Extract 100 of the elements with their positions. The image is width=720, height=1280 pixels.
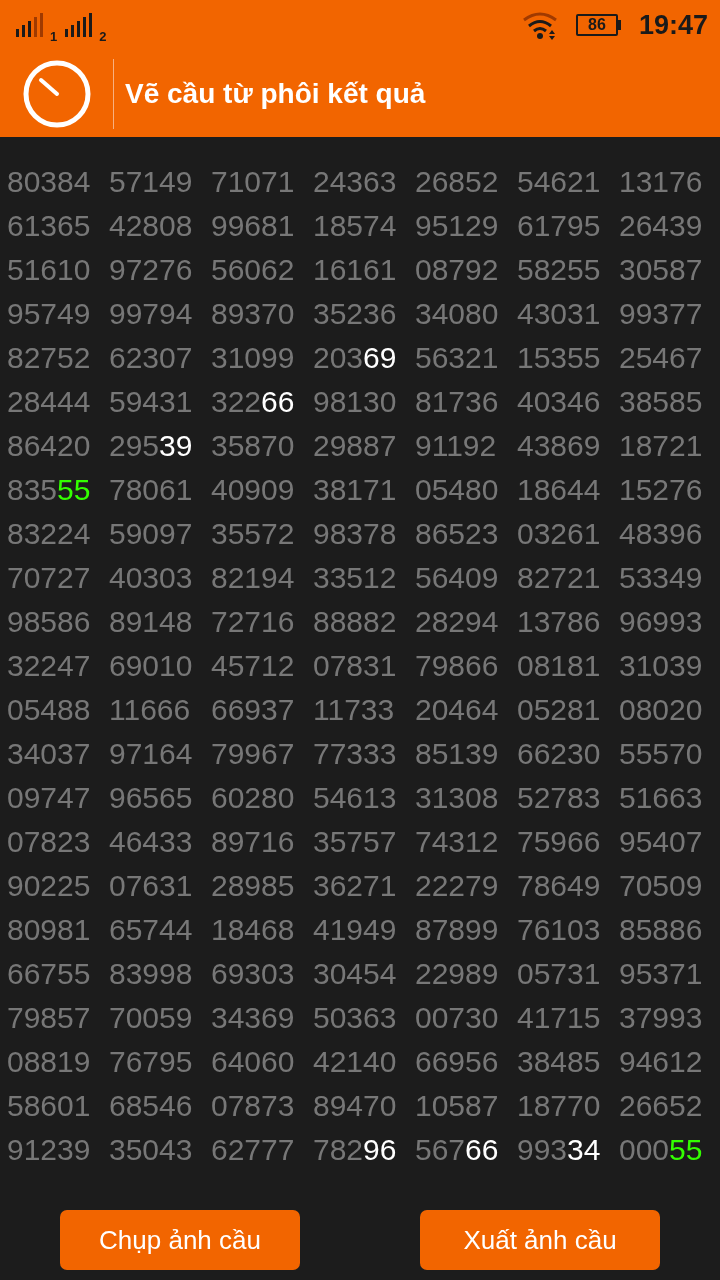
number-cell-text: 97164: [109, 736, 194, 772]
number-cell-text: 35236: [313, 296, 398, 332]
number-cell-text: 07873: [211, 1088, 296, 1124]
number-cell-text: 38485: [517, 1044, 602, 1080]
number-cell-text: 82752: [7, 340, 92, 376]
number-cell-text: 45712: [211, 648, 296, 684]
sim-label: 2: [99, 29, 107, 44]
number-cell-text: 31099: [211, 340, 296, 376]
number-cell-text: 32247: [7, 648, 92, 684]
number-cell-text: 61365: [7, 208, 92, 244]
number-cell-text: 89148: [109, 604, 194, 640]
number-cell-text: 62777: [211, 1132, 296, 1168]
number-cell-text: 71071: [211, 164, 296, 200]
number-cell-text: 61795: [517, 208, 602, 244]
number-cell-text: 60280: [211, 780, 296, 816]
number-cell-text: 34080: [415, 296, 500, 332]
number-cell-text: 59097: [109, 516, 194, 552]
number-cell-text: 15276: [619, 472, 704, 508]
number-cell-text: 57149: [109, 164, 194, 200]
number-cell-text: 70059: [109, 1000, 194, 1036]
number-cell-text: 90225: [7, 868, 92, 904]
number-cell-text: 62307: [109, 340, 194, 376]
number-cell-text: 20369: [313, 340, 398, 376]
number-cell-text: 08792: [415, 252, 500, 288]
number-cell-text: 94612: [619, 1044, 704, 1080]
number-cell-text: 08819: [7, 1044, 92, 1080]
number-cell-text: 29887: [313, 428, 398, 464]
number-cell-text: 10587: [415, 1088, 500, 1124]
number-cell-text: 11666: [109, 692, 192, 728]
number-cell-text: 96993: [619, 604, 704, 640]
number-cell-text: 50363: [313, 1000, 398, 1036]
number-cell-text: 31308: [415, 780, 500, 816]
number-cell-text: 66755: [7, 956, 92, 992]
number-cell-text: 87899: [415, 912, 500, 948]
number-cell-text: 76103: [517, 912, 602, 948]
number-cell-text: 95749: [7, 296, 92, 332]
battery-icon: 86: [575, 14, 621, 36]
number-cell-text: 05488: [7, 692, 92, 728]
number-cell-text: 40346: [517, 384, 602, 420]
number-cell-text: 86523: [415, 516, 500, 552]
number-cell-text: 28294: [415, 604, 500, 640]
number-cell-text: 00055: [619, 1132, 704, 1168]
number-cell-text: 89470: [313, 1088, 398, 1124]
number-cell-text: 52783: [517, 780, 602, 816]
number-cell-text: 99334: [517, 1132, 602, 1168]
number-cell-text: 43869: [517, 428, 602, 464]
number-cell-text: 32266: [211, 384, 296, 420]
number-cell-text: 78649: [517, 868, 602, 904]
action-button[interactable]: Xuất ảnh cầu: [420, 1210, 660, 1270]
number-cell-text: 40909: [211, 472, 296, 508]
number-cell-text: 28444: [7, 384, 92, 420]
number-cell-text: 74312: [415, 824, 500, 860]
clock-time: 19:47: [638, 9, 708, 41]
number-cell-text: 34037: [7, 736, 92, 772]
number-cell-text: 69010: [109, 648, 194, 684]
number-cell-text: 22279: [415, 868, 500, 904]
number-cell-text: 70727: [7, 560, 92, 596]
number-cell-text: 75966: [517, 824, 602, 860]
sim-label: 1: [50, 29, 58, 44]
number-cell-text: 05731: [517, 956, 602, 992]
number-cell-text: 85139: [415, 736, 500, 772]
number-cell-text: 20464: [415, 692, 500, 728]
number-cell-text: 37993: [619, 1000, 704, 1036]
number-cell-text: 07631: [109, 868, 194, 904]
number-cell-text: 99377: [619, 296, 704, 332]
number-cell-text: 81736: [415, 384, 500, 420]
number-cell-text: 88882: [313, 604, 398, 640]
number-cell-text: 18770: [517, 1088, 602, 1124]
number-cell-text: 35572: [211, 516, 296, 552]
number-cell-text: 98130: [313, 384, 398, 420]
number-cell-text: 70509: [619, 868, 704, 904]
number-cell-text: 82194: [211, 560, 296, 596]
number-cell-text: 48396: [619, 516, 704, 552]
number-cell-text: 26439: [619, 208, 704, 244]
number-cell-text: 03261: [517, 516, 602, 552]
number-cell-text: 41715: [517, 1000, 602, 1036]
number-cell-text: 30454: [313, 956, 398, 992]
number-cell-text: 18468: [211, 912, 296, 948]
number-cell-text: 78296: [313, 1132, 398, 1168]
number-cell-text: 34369: [211, 1000, 296, 1036]
number-cell-text: 42808: [109, 208, 194, 244]
number-cell-text: 00730: [415, 1000, 500, 1036]
number-cell-text: 82721: [517, 560, 602, 596]
number-cell-text: 16161: [313, 252, 398, 288]
number-cell-text: 54613: [313, 780, 398, 816]
action-button[interactable]: Chụp ảnh cầu: [60, 1210, 300, 1270]
number-cell-text: 78061: [109, 472, 194, 508]
number-cell-text: 96565: [109, 780, 194, 816]
number-cell-text: 28985: [211, 868, 296, 904]
number-cell-text: 91192: [415, 428, 498, 464]
number-cell-text: 89370: [211, 296, 296, 332]
number-cell-text: 80384: [7, 164, 92, 200]
number-cell-text: 68546: [109, 1088, 194, 1124]
number-cell-text: 79857: [7, 1000, 92, 1036]
number-cell-text: 59431: [109, 384, 194, 420]
number-cell-text: 18644: [517, 472, 602, 508]
number-cell-text: 07831: [313, 648, 398, 684]
number-cell-text: 46433: [109, 824, 194, 860]
number-cell-text: 97276: [109, 252, 194, 288]
number-cell-text: 24363: [313, 164, 398, 200]
